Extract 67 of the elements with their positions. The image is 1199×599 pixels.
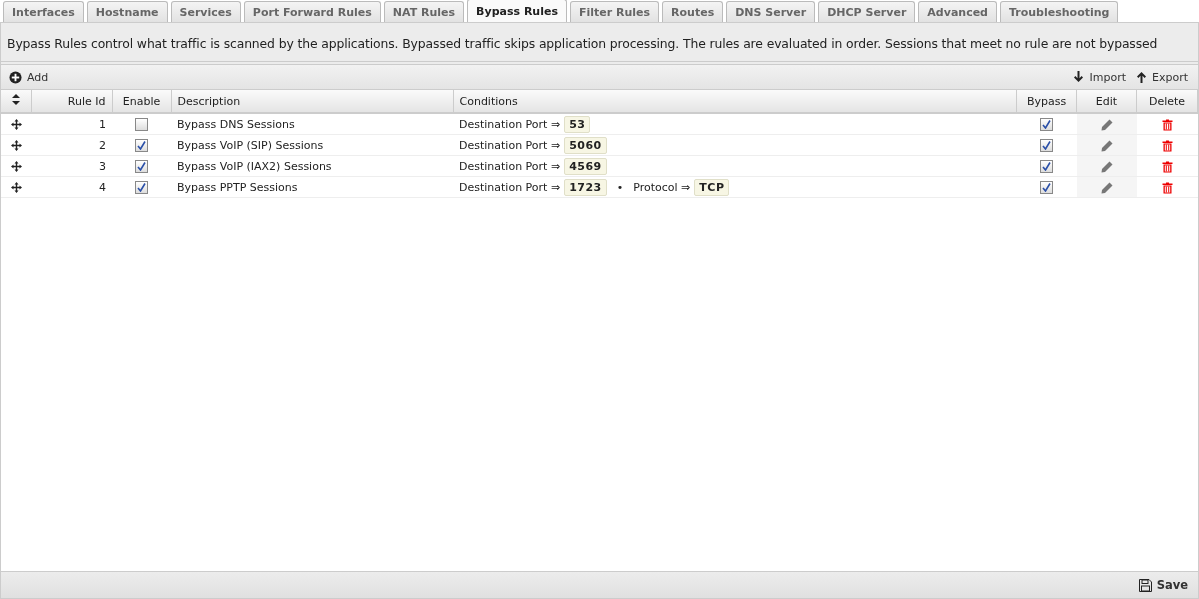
enable-checkbox[interactable]: [135, 138, 148, 152]
column-header: Delete: [1136, 90, 1198, 113]
description-text: Bypass Rules control what traffic is scanned by the applications. Bypassed traffic skips application processing. The rules are evaluated in order. Sessions that meet no rule are not bypassed: [7, 36, 1158, 51]
table-cell: Bypass DNS Sessions: [177, 117, 295, 131]
bypass-checkbox[interactable]: [1040, 180, 1053, 194]
column-header: Conditions: [453, 90, 1017, 113]
table-cell: Bypass PPTP Sessions: [177, 180, 298, 194]
delete-icon[interactable]: [1161, 139, 1173, 152]
tab[interactable]: Advanced: [918, 1, 997, 22]
sort-icon: [11, 94, 20, 105]
table-cell: 1: [99, 117, 106, 131]
bypass-checkbox[interactable]: [1040, 138, 1053, 152]
column-header: Bypass: [1016, 90, 1077, 113]
move-handle-icon[interactable]: [10, 161, 22, 172]
tab[interactable]: Filter Rules: [569, 1, 660, 22]
tab[interactable]: Hostname: [86, 1, 168, 22]
column-header: Edit: [1076, 90, 1137, 113]
tab[interactable]: DNS Server: [726, 1, 816, 22]
move-handle-icon[interactable]: [10, 140, 22, 151]
bypass-checkbox[interactable]: [1040, 117, 1053, 131]
table-cell: 2: [99, 138, 106, 152]
enable-checkbox[interactable]: [135, 117, 148, 131]
delete-icon[interactable]: [1161, 181, 1173, 194]
table-cell: 4: [99, 180, 106, 194]
bypass-checkbox[interactable]: [1040, 159, 1053, 173]
column-header: Description: [171, 90, 453, 113]
condition-value: TCP: [694, 178, 730, 196]
column-header: Enable: [112, 90, 171, 113]
edit-icon[interactable]: [1100, 139, 1113, 152]
tab[interactable]: Bypass Rules: [467, 0, 567, 22]
condition-value: 5060: [564, 136, 607, 154]
move-handle-icon[interactable]: [10, 182, 22, 193]
add-button[interactable]: Add: [5, 68, 53, 86]
down-arrow-icon: [1073, 71, 1085, 83]
save-button[interactable]: Save: [1134, 576, 1192, 594]
condition-label: Destination Port ⇒: [459, 117, 561, 131]
move-handle-icon[interactable]: [10, 119, 22, 130]
up-arrow-icon: [1136, 71, 1147, 83]
separator-dot: •: [616, 180, 624, 194]
tab[interactable]: DHCP Server: [818, 1, 916, 22]
import-button[interactable]: Import: [1069, 68, 1130, 86]
delete-icon[interactable]: [1161, 118, 1173, 131]
tab[interactable]: Services: [170, 1, 241, 22]
condition-value: 1723: [564, 178, 607, 196]
table-cell: Bypass VoIP (SIP) Sessions: [177, 138, 324, 152]
condition-label: Destination Port ⇒: [459, 138, 561, 152]
plus-circle-icon: [9, 70, 22, 84]
condition-label: Destination Port ⇒: [459, 159, 561, 173]
delete-icon[interactable]: [1161, 160, 1173, 173]
column-header: Rule Id: [31, 90, 112, 113]
tab[interactable]: Troubleshooting: [1000, 1, 1119, 22]
tab[interactable]: Interfaces: [3, 1, 84, 22]
enable-checkbox[interactable]: [135, 180, 148, 194]
export-button[interactable]: Export: [1132, 68, 1192, 86]
edit-icon[interactable]: [1100, 160, 1113, 173]
condition-value: 53: [564, 115, 591, 133]
condition-label: Protocol ⇒: [633, 180, 691, 194]
table-cell: Bypass VoIP (IAX2) Sessions: [177, 159, 332, 173]
condition-label: Destination Port ⇒: [459, 180, 561, 194]
tab[interactable]: Port Forward Rules: [243, 1, 381, 22]
edit-icon[interactable]: [1100, 181, 1113, 194]
table-cell: 3: [99, 159, 106, 173]
edit-icon[interactable]: [1100, 118, 1113, 131]
tab[interactable]: NAT Rules: [383, 1, 465, 22]
condition-value: 4569: [564, 157, 607, 175]
enable-checkbox[interactable]: [135, 159, 148, 173]
tab[interactable]: Routes: [662, 1, 724, 22]
